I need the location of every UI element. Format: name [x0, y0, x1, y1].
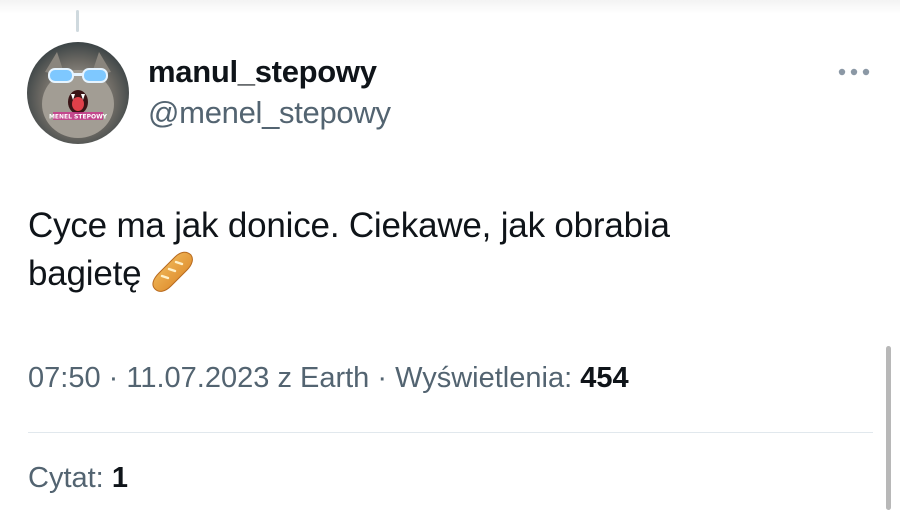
meta-separator: ·	[377, 362, 388, 394]
tweet-text: Cyce ma jak donice. Ciekawe, jak obrabia…	[28, 202, 848, 297]
tweet-date[interactable]: 11.07.2023	[126, 362, 269, 394]
meta-separator: ·	[108, 362, 119, 394]
tweet-text-line-2-content: bagietę	[28, 254, 142, 293]
quotes-label: Cytat:	[28, 462, 104, 494]
tweet-text-line-1: Cyce ma jak donice. Ciekawe, jak obrabia	[28, 206, 670, 245]
author-handle[interactable]: @menel_stepowy	[148, 95, 391, 131]
tweet-time[interactable]: 07:50	[28, 362, 101, 394]
baguette-icon	[149, 249, 195, 295]
quotes-count: 1	[111, 462, 128, 494]
author-display-name[interactable]: manul_stepowy	[148, 54, 377, 90]
tweet-text-line-2: bagietę	[28, 249, 848, 297]
quotes-link[interactable]: Cytat: 1	[28, 462, 128, 495]
tweet-detail-view: MENEL STEPOWY manul_stepowy @menel_stepo…	[0, 0, 900, 510]
views-count: 454	[580, 362, 629, 394]
divider	[28, 432, 873, 433]
scrollbar[interactable]	[886, 346, 891, 510]
avatar[interactable]: MENEL STEPOWY	[27, 42, 129, 144]
thread-connector-line	[76, 10, 79, 32]
views-label: Wyświetlenia:	[395, 362, 573, 394]
tweet-meta: 07:50 · 11.07.2023 z Earth · Wyświetleni…	[28, 362, 629, 395]
tweet-source: z Earth	[277, 362, 370, 394]
svg-text:MENEL STEPOWY: MENEL STEPOWY	[49, 114, 108, 121]
previous-tweet-edge	[0, 0, 900, 14]
more-options-icon[interactable]	[834, 60, 874, 84]
